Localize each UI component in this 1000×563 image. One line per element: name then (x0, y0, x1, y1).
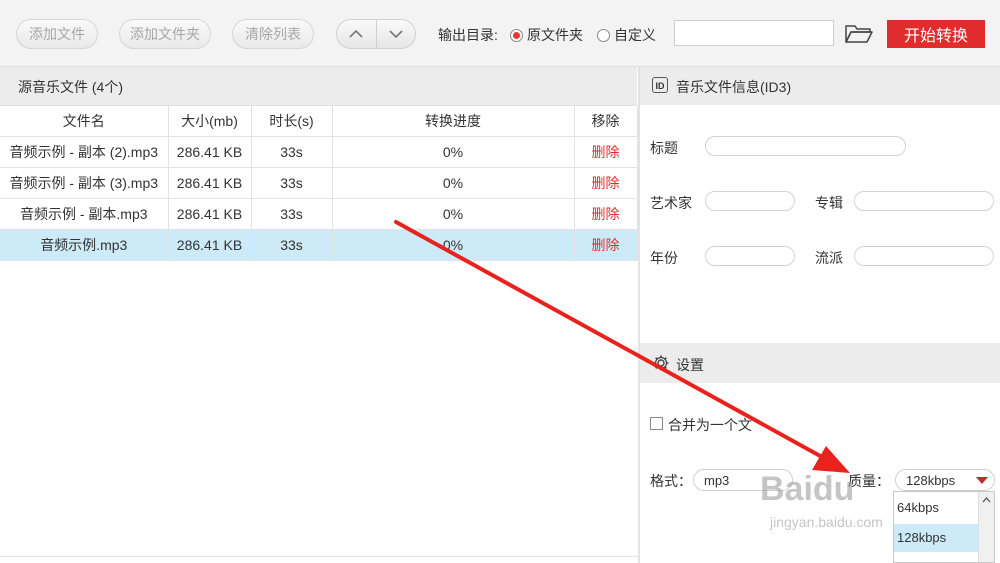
column-header[interactable]: 文件名 (0, 106, 169, 137)
add-file-button[interactable]: 添加文件 (16, 19, 98, 49)
radio-custom-folder[interactable]: 自定义 (597, 25, 656, 45)
delete-link[interactable]: 删除 (574, 167, 638, 199)
id3-icon: ID (652, 77, 668, 93)
arrow-down-icon (389, 30, 403, 39)
quality-value: 128kbps (906, 473, 956, 488)
merge-checkbox[interactable] (650, 417, 663, 430)
file-name-cell: 音频示例.mp3 (0, 229, 169, 261)
file-progress-cell: 0% (332, 229, 575, 261)
format-value: mp3 (704, 473, 730, 488)
clear-list-button[interactable]: 清除列表 (232, 19, 314, 49)
delete-link[interactable]: 删除 (574, 198, 638, 230)
album-label: 专辑 (815, 195, 843, 211)
output-path-input[interactable] (674, 20, 834, 46)
file-duration-cell: 33s (251, 136, 333, 168)
artist-field[interactable] (705, 191, 795, 211)
dropdown-scrollbar[interactable] (978, 492, 994, 562)
album-field[interactable] (854, 191, 994, 211)
list-bottom-divider (0, 556, 638, 557)
folder-open-icon[interactable] (844, 22, 874, 46)
toolbar: 添加文件 添加文件夹 清除列表 输出目录: 原文件夹 自定义 开始转换 (0, 0, 1000, 67)
file-progress-cell: 0% (332, 167, 575, 199)
file-duration-cell: 33s (251, 167, 333, 199)
radio-dot[interactable] (597, 28, 610, 42)
file-size-cell: 286.41 KB (168, 229, 252, 261)
delete-link[interactable]: 删除 (574, 136, 638, 168)
file-size-cell: 286.41 KB (168, 136, 252, 168)
table-header-row: 文件名 大小(mb) 时长(s) 转换进度 移除 (0, 106, 638, 137)
move-buttons (336, 19, 416, 49)
file-progress-cell: 0% (332, 198, 575, 230)
quality-option-highlighted[interactable]: 128kbps (894, 524, 980, 552)
radio-dot-selected[interactable] (510, 28, 523, 42)
file-name-cell: 音频示例 - 副本 (2).mp3 (0, 136, 169, 168)
watermark-url: jingyan.baidu.com (770, 514, 883, 530)
radio-custom-label: 自定义 (614, 27, 656, 43)
column-header[interactable]: 时长(s) (251, 106, 333, 137)
file-name-cell: 音频示例 - 副本 (3).mp3 (0, 167, 169, 199)
move-up-button[interactable] (337, 20, 376, 48)
file-duration-cell: 33s (251, 198, 333, 230)
format-select[interactable]: mp3 (693, 469, 793, 491)
merge-label: 合并为一个文 (668, 417, 752, 433)
radio-source-folder[interactable]: 原文件夹 (510, 25, 583, 45)
settings-title: 设置 (676, 357, 704, 373)
radio-source-label: 原文件夹 (527, 27, 583, 43)
add-folder-button[interactable]: 添加文件夹 (119, 19, 211, 49)
column-header[interactable]: 移除 (574, 106, 638, 137)
file-size-cell: 286.41 KB (168, 167, 252, 199)
output-dir-label: 输出目录: (438, 27, 498, 43)
quality-label: 质量： (848, 473, 890, 489)
delete-link[interactable]: 删除 (574, 229, 638, 261)
file-progress-cell: 0% (332, 136, 575, 168)
file-duration-cell: 33s (251, 229, 333, 261)
file-list-title: 源音乐文件 (4个) (18, 79, 123, 95)
gear-icon (653, 355, 669, 371)
table-row[interactable]: 音频示例 - 副本.mp3 286.41 KB 33s 0% 删除 (0, 198, 638, 230)
genre-label: 流派 (815, 250, 843, 266)
move-down-button[interactable] (375, 20, 416, 48)
quality-option[interactable]: 64kbps (894, 494, 980, 522)
table-row[interactable]: 音频示例 - 副本 (2).mp3 286.41 KB 33s 0% 删除 (0, 136, 638, 168)
settings-header: 设置 (640, 343, 1000, 383)
file-size-cell: 286.41 KB (168, 198, 252, 230)
panel-divider (638, 67, 640, 563)
column-header[interactable]: 大小(mb) (168, 106, 252, 137)
year-field[interactable] (705, 246, 795, 266)
column-header[interactable]: 转换进度 (332, 106, 575, 137)
arrow-up-icon (349, 29, 363, 38)
file-list-header: 源音乐文件 (4个) (0, 67, 637, 106)
artist-label: 艺术家 (650, 195, 692, 211)
genre-field[interactable] (854, 246, 994, 266)
start-convert-button[interactable]: 开始转换 (887, 20, 985, 48)
id3-title: 音乐文件信息(ID3) (676, 79, 792, 95)
file-table: 文件名 大小(mb) 时长(s) 转换进度 移除 音频示例 - 副本 (2).m… (0, 106, 638, 261)
title-label: 标题 (650, 140, 678, 156)
table-row[interactable]: 音频示例 - 副本 (3).mp3 286.41 KB 33s 0% 删除 (0, 167, 638, 199)
scroll-up-icon[interactable] (979, 494, 994, 506)
file-name-cell: 音频示例 - 副本.mp3 (0, 198, 169, 230)
format-label: 格式： (650, 473, 692, 489)
year-label: 年份 (650, 250, 678, 266)
id3-header: ID 音乐文件信息(ID3) (640, 67, 1000, 105)
table-row-selected[interactable]: 音频示例.mp3 286.41 KB 33s 0% 删除 (0, 229, 638, 261)
title-field[interactable] (705, 136, 906, 156)
quality-dropdown-list: 64kbps 128kbps (893, 491, 995, 563)
quality-select[interactable]: 128kbps (895, 469, 995, 491)
dropdown-triangle-icon (976, 477, 988, 484)
